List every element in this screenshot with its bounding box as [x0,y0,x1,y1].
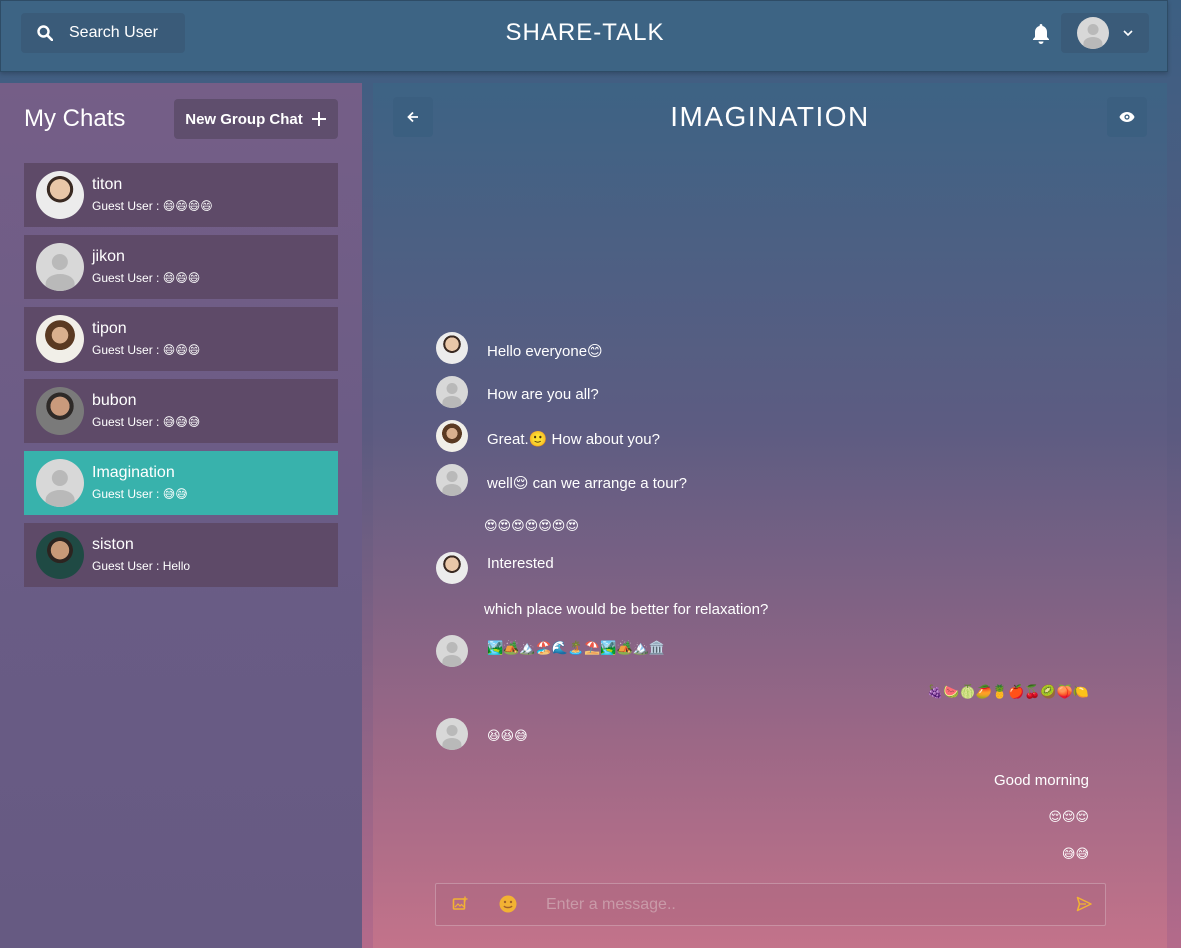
message-text: How are you all? [487,386,599,403]
chat-name: tipon [92,320,127,337]
chat-box: IMAGINATION Hello everyone😊 How are you … [373,83,1167,948]
message-text: Hello everyone😊 [487,343,603,360]
chat-last-message: Guest User : Hello [92,559,191,573]
profile-menu-button[interactable] [1061,13,1149,53]
view-group-info-button[interactable] [1107,97,1147,137]
chat-title: IMAGINATION [670,101,870,132]
send-icon[interactable] [1076,896,1092,912]
chat-list: titon Guest User : 😄😄😄😄 jikon Guest User… [24,163,338,595]
message-sender-avatar [436,718,468,750]
message-text: 🏞️🏕️🏔️🏖️🌊🏝️⛱️🏞️🏕️🏔️🏛️ [487,640,666,655]
message-text: 😍😍😍😍😍😍😍 [484,518,579,533]
chat-avatar [36,243,84,291]
chat-item-jikon[interactable]: jikon Guest User : 😄😄😄 [24,235,338,299]
message-sender-avatar [436,552,468,584]
chat-item-imagination[interactable]: Imagination Guest User : 😅😅 [24,451,338,515]
chat-name: titon [92,176,123,193]
message-sender-avatar [436,635,468,667]
message-sender-avatar [436,376,468,408]
eye-icon [1119,112,1135,122]
chat-avatar [36,531,84,579]
plus-icon [311,112,326,126]
chat-avatar [36,315,84,363]
my-chats-title: My Chats [24,105,126,132]
notification-bell-icon[interactable] [1031,23,1051,45]
user-avatar [1077,17,1109,49]
chat-item-titon[interactable]: titon Guest User : 😄😄😄😄 [24,163,338,227]
chat-name: jikon [92,248,125,265]
message-sender-avatar [436,464,468,496]
chat-item-tipon[interactable]: tipon Guest User : 😄😄😄 [24,307,338,371]
chat-avatar [36,387,84,435]
message-text: Great.🙂 How about you? [487,431,660,448]
message-sender-avatar [436,332,468,364]
chat-last-message: Guest User : 😅😅 [92,487,188,501]
chat-name: Imagination [92,464,175,481]
chat-avatar [36,459,84,507]
message-sender-avatar [436,420,468,452]
chat-item-siston[interactable]: siston Guest User : Hello [24,523,338,587]
chat-avatar [36,171,84,219]
top-navbar: Search User SHARE-TALK [0,0,1168,72]
app-title: SHARE-TALK [505,19,665,46]
message-input[interactable] [546,892,1046,918]
message-text: 😆😆😅 [487,728,528,743]
my-chats-panel: My Chats New Group Chat titon Guest User… [0,83,362,948]
message-text: Good morning [993,772,1089,789]
chevron-down-icon [1123,30,1133,36]
message-text: which place would be better for relaxati… [484,601,769,618]
chat-name: bubon [92,392,137,409]
add-image-icon[interactable] [452,896,468,912]
chat-last-message: Guest User : 😄😄😄 [92,343,201,357]
chat-name: siston [92,536,134,553]
new-group-chat-button[interactable]: New Group Chat [174,99,338,139]
message-text: Interested [487,555,554,572]
chat-item-bubon[interactable]: bubon Guest User : 😅😅😅 [24,379,338,443]
message-input-bar [435,883,1106,926]
chat-last-message: Guest User : 😄😄😄😄 [92,199,213,213]
chat-last-message: Guest User : 😅😅😅 [92,415,201,429]
emoji-picker-icon[interactable] [498,894,518,914]
message-text: well😌 can we arrange a tour? [487,475,687,492]
message-text: 🍇🍉🍈🥭🍍🍎🍒🥝🍑🍋 [927,684,1089,699]
message-text: 😅😅 [1061,846,1089,861]
chat-last-message: Guest User : 😄😄😄 [92,271,201,285]
message-text: 😌😌😌 [1048,809,1089,824]
new-group-chat-label: New Group Chat [185,110,303,128]
